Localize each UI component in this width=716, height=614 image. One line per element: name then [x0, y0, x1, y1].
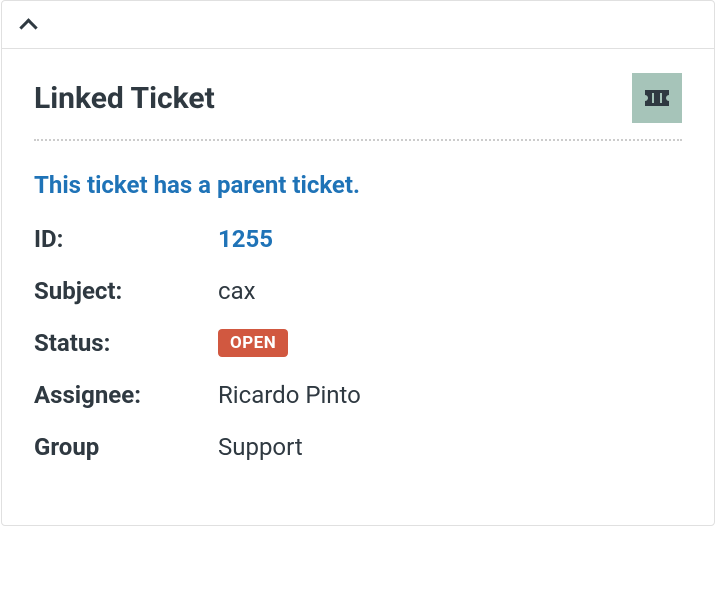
field-label-assignee: Assignee:	[34, 381, 218, 409]
linked-ticket-panel: Linked Ticket This ticket has a parent t…	[1, 0, 715, 526]
chevron-up-icon	[20, 16, 34, 30]
field-label-subject: Subject:	[34, 277, 218, 305]
field-label-status: Status:	[34, 329, 218, 357]
field-row-id: ID: 1255	[34, 225, 682, 253]
field-label-group: Group	[34, 433, 218, 461]
section-title: Linked Ticket	[34, 81, 215, 116]
panel-collapse-header[interactable]	[2, 1, 714, 49]
field-value-subject: cax	[218, 277, 256, 305]
field-row-assignee: Assignee: Ricardo Pinto	[34, 381, 682, 409]
field-value-assignee: Ricardo Pinto	[218, 381, 361, 409]
ticket-id-link[interactable]: 1255	[218, 225, 273, 253]
parent-ticket-notice[interactable]: This ticket has a parent ticket.	[34, 171, 682, 199]
section-title-row: Linked Ticket	[34, 73, 682, 141]
status-badge-container: OPEN	[218, 329, 288, 357]
field-label-id: ID:	[34, 225, 218, 253]
field-row-group: Group Support	[34, 433, 682, 461]
field-value-group: Support	[218, 433, 303, 461]
panel-body: Linked Ticket This ticket has a parent t…	[2, 49, 714, 525]
ticket-glyph-icon	[645, 90, 669, 106]
field-row-subject: Subject: cax	[34, 277, 682, 305]
status-badge: OPEN	[218, 329, 288, 357]
field-row-status: Status: OPEN	[34, 329, 682, 357]
ticket-icon	[632, 73, 682, 123]
